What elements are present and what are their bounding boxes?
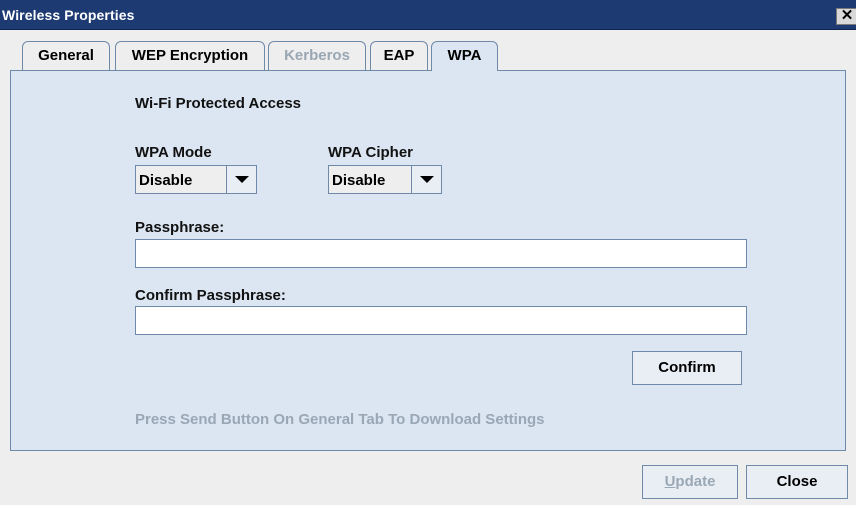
- tab-kerberos: Kerberos: [268, 41, 366, 70]
- close-button[interactable]: Close: [746, 465, 848, 499]
- wpa-cipher-select[interactable]: Disable: [328, 165, 442, 194]
- update-button-mnemonic: U: [664, 473, 676, 490]
- wireless-properties-dialog: Wireless Properties ✕ General WEP Encryp…: [0, 0, 856, 505]
- window-title: Wireless Properties: [2, 7, 135, 23]
- wpa-mode-select[interactable]: Disable: [135, 165, 257, 194]
- chevron-down-icon[interactable]: [226, 166, 256, 193]
- passphrase-label: Passphrase:: [135, 219, 225, 236]
- tab-wep-encryption[interactable]: WEP Encryption: [115, 41, 265, 70]
- passphrase-field[interactable]: [135, 239, 747, 268]
- tab-wpa[interactable]: WPA: [431, 41, 498, 71]
- section-title: Wi-Fi Protected Access: [135, 95, 302, 112]
- tab-general[interactable]: General: [22, 41, 110, 70]
- wpa-mode-value: Disable: [139, 172, 193, 189]
- update-button-label: pdate: [675, 473, 716, 490]
- chevron-down-icon[interactable]: [411, 166, 441, 193]
- title-bar[interactable]: Wireless Properties ✕: [0, 0, 856, 30]
- wpa-cipher-label: WPA Cipher: [328, 144, 413, 161]
- wpa-panel: Wi-Fi Protected Access WPA Mode Disable …: [10, 70, 846, 451]
- confirm-passphrase-label: Confirm Passphrase:: [135, 287, 286, 304]
- window-close-icon[interactable]: ✕: [836, 8, 856, 25]
- download-hint-text: Press Send Button On General Tab To Down…: [135, 411, 545, 428]
- update-button: Update: [642, 465, 738, 499]
- wpa-cipher-value: Disable: [332, 172, 386, 189]
- confirm-passphrase-field[interactable]: [135, 306, 747, 335]
- tab-eap[interactable]: EAP: [370, 41, 428, 70]
- wpa-mode-label: WPA Mode: [135, 144, 212, 161]
- confirm-button[interactable]: Confirm: [632, 351, 742, 385]
